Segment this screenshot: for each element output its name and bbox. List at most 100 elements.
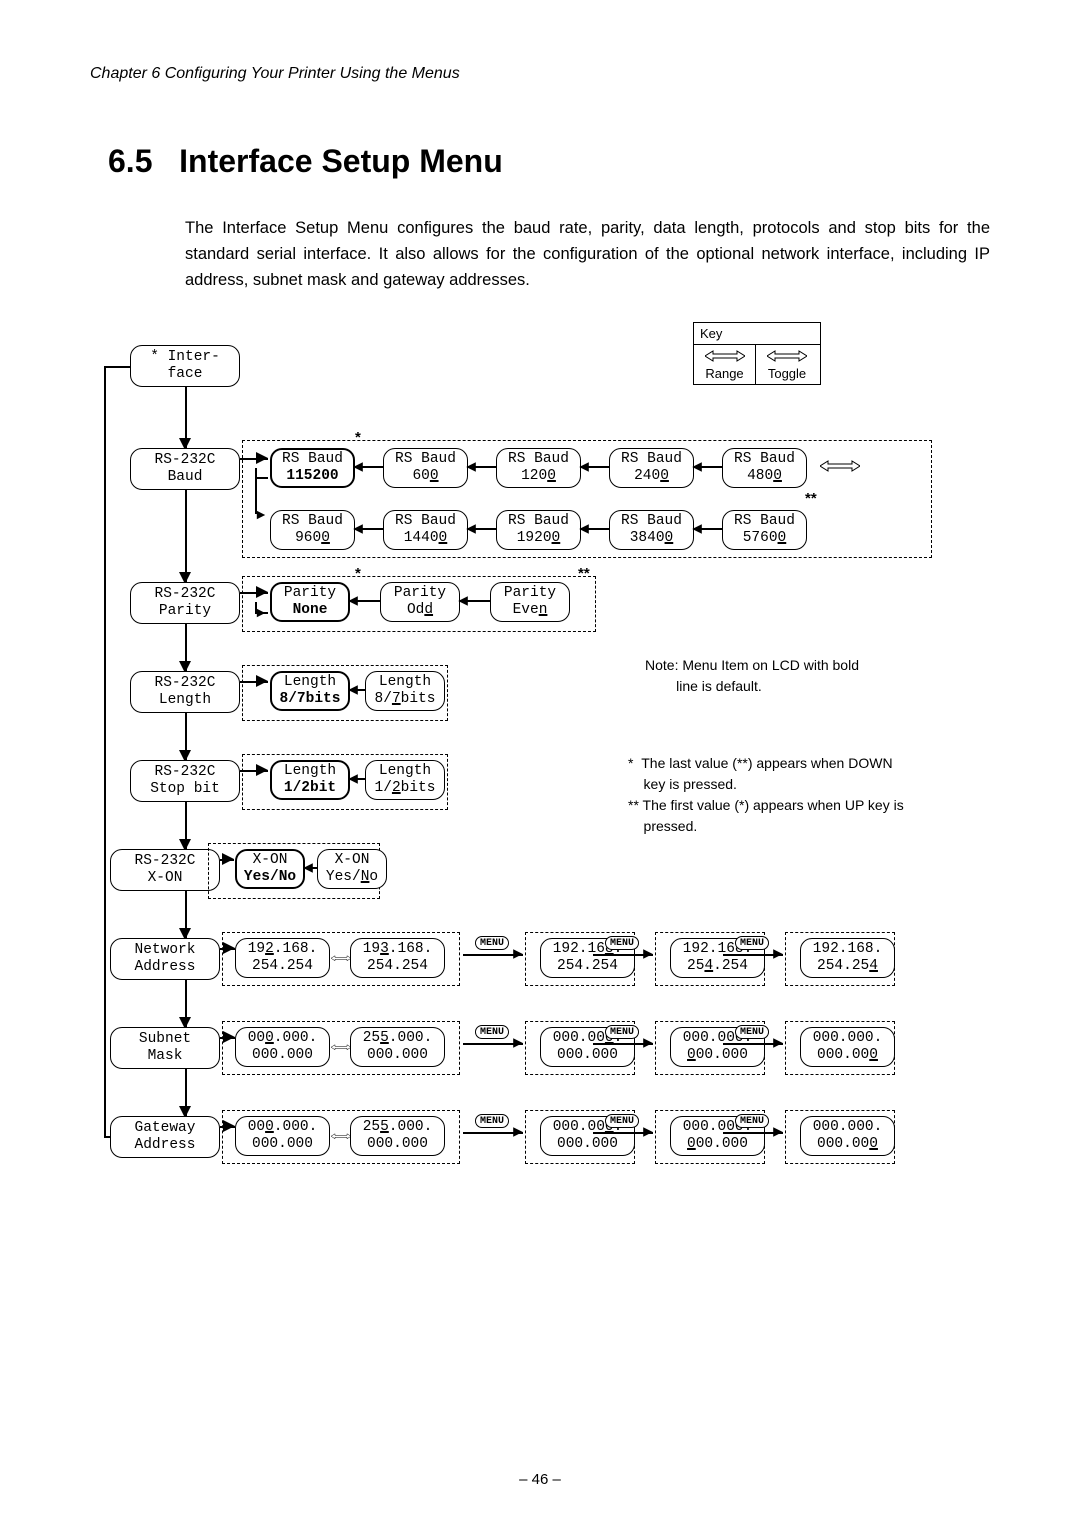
txt: RS-232C [131, 764, 239, 781]
arrow-left-icon [466, 524, 476, 534]
arrow-left-icon [348, 774, 358, 784]
menu-badge-5-0: MENU [475, 936, 509, 950]
menu-badge-5-1: MENU [605, 936, 639, 950]
row-head-network: Network Address [110, 938, 220, 980]
loop [104, 1136, 110, 1138]
ip-7-4: 000.000.000.000 [800, 1116, 895, 1156]
arrow-right-icon [223, 1120, 235, 1132]
opt-2-1: Length8/7bits [365, 671, 445, 711]
opt-4-1: X-ONYes/No [317, 849, 387, 889]
ip-5-4: 192.168.254.254 [800, 938, 895, 978]
opt-3-0: Length1/2bit [270, 760, 350, 800]
ip-7-0: 000.000.000.000 [235, 1116, 330, 1156]
range-arrow-icon [820, 460, 860, 473]
range-arrow-icon [331, 1130, 351, 1143]
row-head-baud: RS-232C Baud [130, 448, 240, 490]
arrow-left-icon [348, 596, 358, 606]
txt: RS-232C [131, 586, 239, 603]
menu-badge-7-2: MENU [735, 1114, 769, 1128]
loop-baud [255, 468, 257, 514]
root-line2: face [131, 366, 239, 383]
txt: Gateway [111, 1120, 219, 1137]
arrow-left-icon [303, 863, 313, 873]
row-head-gateway: Gateway Address [110, 1116, 220, 1158]
txt: Parity [131, 603, 239, 620]
arrow-right-icon [257, 511, 265, 519]
star: * [355, 565, 361, 582]
txt: Network [111, 942, 219, 959]
row-head-subnet: Subnet Mask [110, 1027, 220, 1069]
menu-diagram: * Inter- face RS-232C Baud * ** RS Baud1… [90, 320, 990, 1190]
baud-opt-2: RS Baud1200 [496, 448, 581, 488]
txt: Stop bit [131, 781, 239, 798]
page-number: – 46 – [0, 1471, 1080, 1488]
row-head-parity: RS-232C Parity [130, 582, 240, 624]
arrow-right-icon [773, 949, 783, 959]
arrow-left-icon [348, 685, 358, 695]
arrow-left-icon [692, 524, 702, 534]
arrow-right-icon [643, 1127, 653, 1137]
arrow-right-icon [513, 949, 523, 959]
opt-3-1: Length1/2bits [365, 760, 445, 800]
opt-2-0: Length8/7bits [270, 671, 350, 711]
menu-badge-6-1: MENU [605, 1025, 639, 1039]
txt: Mask [111, 1048, 219, 1065]
star2: ** [578, 565, 590, 582]
arrow-right-icon [773, 1127, 783, 1137]
arrow-left-icon [353, 524, 363, 534]
opt-1-0: ParityNone [270, 582, 350, 622]
arrow-right-icon [513, 1127, 523, 1137]
loop [104, 366, 130, 368]
baud-opt2-0: RS Baud9600 [270, 510, 355, 550]
txt: Subnet [111, 1031, 219, 1048]
page: Chapter 6 Configuring Your Printer Using… [0, 0, 1080, 1528]
section-number: 6.5 [108, 143, 152, 179]
ip-7-1: 255.000.000.000 [350, 1116, 445, 1156]
arrow-left-icon [458, 596, 468, 606]
txt: X-ON [111, 870, 219, 887]
txt: Length [131, 692, 239, 709]
baud-opt2-3: RS Baud38400 [609, 510, 694, 550]
star: * [355, 429, 361, 446]
menu-badge-6-0: MENU [475, 1025, 509, 1039]
arrow-left-icon [579, 524, 589, 534]
arrow-right-icon [643, 1038, 653, 1048]
arrow-left-icon [692, 462, 702, 472]
menu-badge-7-0: MENU [475, 1114, 509, 1128]
baud-opt2-2: RS Baud19200 [496, 510, 581, 550]
ip-6-1: 255.000.000.000 [350, 1027, 445, 1067]
ip-6-0: 000.000.000.000 [235, 1027, 330, 1067]
arrow-right-icon [643, 949, 653, 959]
txt: Address [111, 1137, 219, 1154]
opt-1-1: ParityOdd [380, 582, 460, 622]
ip-6-4: 000.000.000.000 [800, 1027, 895, 1067]
arrow-right-icon [513, 1038, 523, 1048]
baud-opt2-1: RS Baud14400 [383, 510, 468, 550]
menu-badge-7-1: MENU [605, 1114, 639, 1128]
row-head-xon: RS-232C X-ON [110, 849, 220, 891]
txt: RS-232C [131, 675, 239, 692]
trunk [185, 490, 187, 584]
note-star2: ** The first value (*) appears when UP k… [628, 795, 948, 837]
txt: RS-232C [131, 452, 239, 469]
chapter-header: Chapter 6 Configuring Your Printer Using… [90, 65, 990, 83]
section-title: 6.5 Interface Setup Menu [108, 143, 990, 180]
txt: Address [111, 959, 219, 976]
menu-badge-5-2: MENU [735, 936, 769, 950]
arrow-right-icon [223, 942, 235, 954]
range-arrow-icon [331, 1041, 351, 1054]
baud-opt-1: RS Baud600 [383, 448, 468, 488]
root-line1: * Inter- [131, 349, 239, 366]
baud-opt-4: RS Baud4800 [722, 448, 807, 488]
intro-paragraph: The Interface Setup Menu configures the … [185, 215, 990, 293]
txt: RS-232C [111, 853, 219, 870]
baud-opt-3: RS Baud2400 [609, 448, 694, 488]
loop-baud [255, 477, 268, 479]
arrow-right-icon [773, 1038, 783, 1048]
ip-5-0: 192.168.254.254 [235, 938, 330, 978]
ip-5-1: 193.168.254.254 [350, 938, 445, 978]
txt: Baud [131, 469, 239, 486]
arrow-left-icon [353, 462, 363, 472]
arrow-left-icon [466, 462, 476, 472]
opt-1-2: ParityEven [490, 582, 570, 622]
